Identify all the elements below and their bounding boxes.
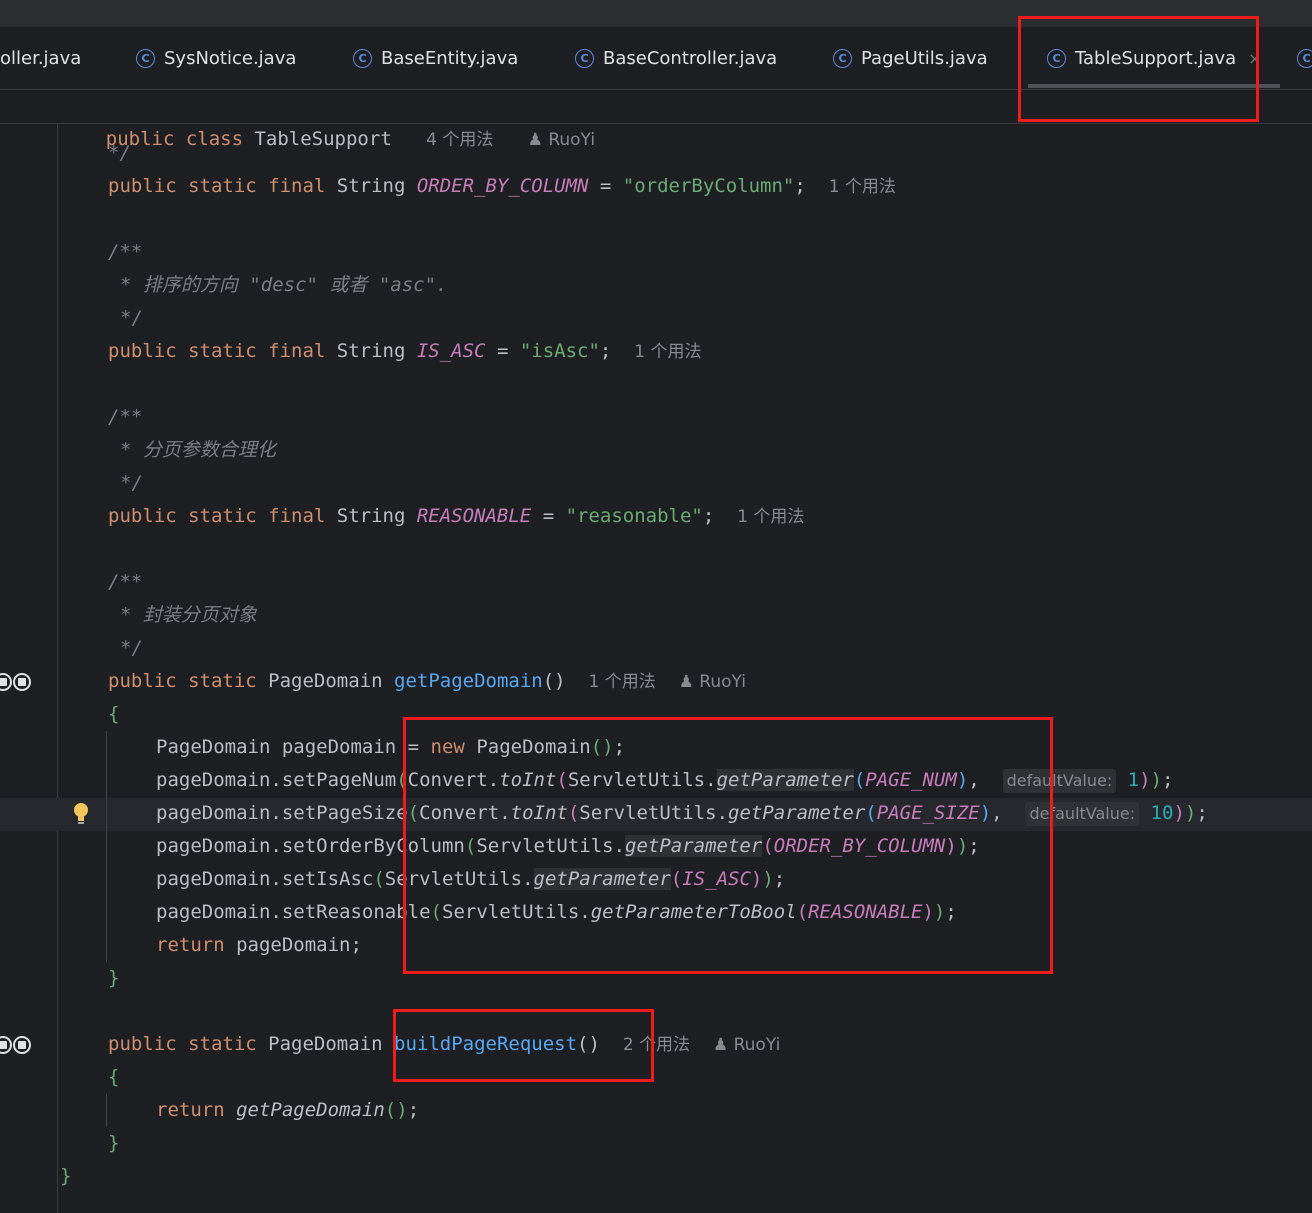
indent-guide [106,731,107,962]
gutter-implementation-marker[interactable] [0,1036,34,1058]
tab-label: BaseEntity.java [381,47,519,69]
usages-hint[interactable]: 4 个用法 [426,130,493,150]
method-icon[interactable] [13,1036,31,1054]
code-line: } [60,1165,72,1187]
code-line: */ [120,307,143,329]
class-icon: C [575,48,594,68]
indent-guide [106,1094,107,1127]
code-line: public static final String ORDER_BY_COLU… [108,175,896,197]
gutter-separator [57,124,58,1213]
tab-label: BaseController.java [603,47,778,69]
code-line: return pageDomain; [156,934,362,956]
lightbulb-icon[interactable] [72,802,90,826]
override-icon[interactable] [0,673,12,691]
class-icon: C [1297,48,1312,68]
user-icon: ♟ [678,672,694,692]
tab-overflow[interactable]: C [1297,27,1312,89]
usages-hint[interactable]: 1 个用法 [829,177,896,197]
tab-controller[interactable]: oller.java [0,27,81,89]
sticky-line: public class TableSupport 4 个用法 ♟ RuoYi [105,128,596,150]
author-hint[interactable]: ♟ RuoYi [713,1035,780,1055]
usages-hint[interactable]: 1 个用法 [737,507,804,527]
tab-basecontroller[interactable]: C BaseController.java [575,27,777,89]
code-line: { [108,1066,120,1088]
tab-pageutils[interactable]: C PageUtils.java [833,27,988,89]
class-icon: C [833,48,852,68]
usages-hint[interactable]: 1 个用法 [634,342,701,362]
code-line: /** [108,406,143,428]
code-line: * 封装分页对象 [120,604,257,626]
code-line: { [108,703,120,725]
code-line: * 分页参数合理化 [120,439,276,461]
code-line: public static final String REASONABLE = … [108,505,805,527]
class-icon: C [353,48,372,68]
class-icon: C [136,48,155,68]
code-line: /** [108,571,143,593]
code-line: return getPageDomain(); [156,1099,420,1121]
code-line: public static PageDomain getPageDomain()… [108,670,747,692]
code-line: } [108,1132,120,1154]
tab-baseentity[interactable]: C BaseEntity.java [353,27,518,89]
code-line: public static final String IS_ASC = "isA… [108,340,702,362]
annotation-box-method-body [403,717,1053,974]
annotation-box-active-tab [1018,16,1259,122]
code-line: */ [120,637,143,659]
tab-label: oller.java [0,47,82,69]
tab-label: PageUtils.java [861,47,988,69]
gutter-implementation-marker[interactable] [0,673,34,695]
code-line: */ [120,472,143,494]
tab-label: SysNotice.java [164,47,297,69]
author-hint[interactable]: ♟ RuoYi [528,130,595,150]
method-icon[interactable] [13,673,31,691]
author-hint[interactable]: ♟ RuoYi [679,672,746,692]
code-line: * 排序的方向 "desc" 或者 "asc". [120,274,448,296]
annotation-box-build-method [393,1009,654,1082]
user-icon: ♟ [712,1035,729,1055]
tab-sysnotice[interactable]: C SysNotice.java [136,27,296,89]
user-icon: ♟ [527,130,543,150]
usages-hint[interactable]: 1 个用法 [589,672,656,692]
code-line: */ [108,142,131,164]
code-line: } [108,967,120,989]
code-line: /** [108,241,143,263]
override-icon[interactable] [0,1036,12,1054]
